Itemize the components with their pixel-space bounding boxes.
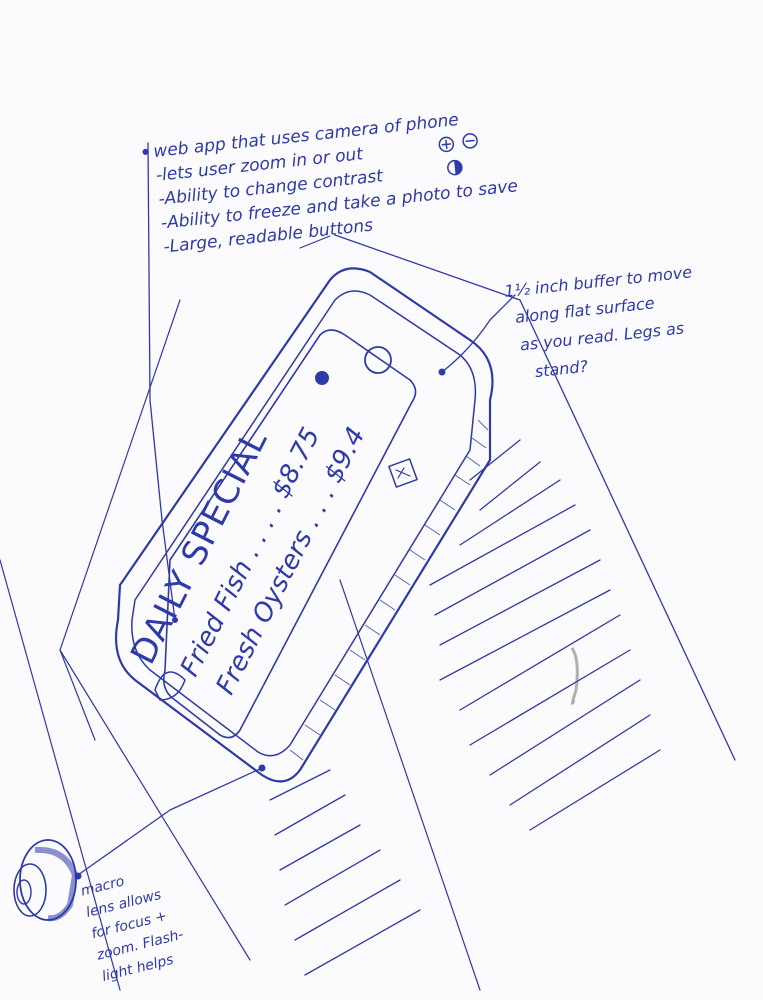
lens-leader-line xyxy=(77,767,263,876)
zoom-in-icon xyxy=(438,136,455,153)
buffer-line-2: along flat surface xyxy=(514,293,655,327)
feature-notes: web app that uses camera of phone -lets … xyxy=(142,110,519,257)
buffer-line-4: stand? xyxy=(534,357,589,382)
macro-lens-sketch xyxy=(13,839,79,922)
zoom-out-icon xyxy=(462,133,478,149)
sensor-icon xyxy=(315,371,329,385)
lens-leader-dot xyxy=(74,872,82,880)
contrast-icon xyxy=(447,159,463,176)
sketch-canvas: web app that uses camera of phone -lets … xyxy=(0,110,736,991)
lens-line-1: macro xyxy=(79,873,126,899)
buffer-line-1: 1½ inch buffer to move xyxy=(503,262,693,301)
buffer-note: 1½ inch buffer to move along flat surfac… xyxy=(503,262,693,382)
graphite-smudge xyxy=(570,647,579,705)
camera-button-icon xyxy=(388,458,418,488)
buffer-leader-line xyxy=(441,294,516,373)
buffer-dot xyxy=(438,368,446,376)
lens-note: macro lens allows for focus + zoom. Flas… xyxy=(79,873,185,985)
